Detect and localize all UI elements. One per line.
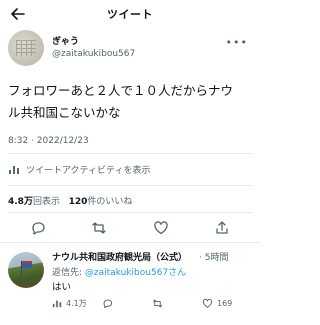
author-name[interactable]: ぎゃう — [52, 34, 79, 47]
reply-to-suffix: さん — [168, 268, 187, 278]
page-title: ツイート — [107, 8, 153, 21]
divider — [8, 153, 252, 154]
reply-views-count: 4.1万 — [66, 298, 87, 308]
reply-text: はい — [52, 282, 72, 293]
views-label: 回表示 — [32, 197, 60, 207]
reply-to-line: 返信先: @zaitakukibou567さん — [52, 265, 186, 278]
reply-actions: 4.1万 169 — [52, 296, 252, 310]
divider — [8, 185, 252, 186]
likes-label[interactable]: 件のいいね — [87, 197, 132, 207]
retweet-icon — [152, 299, 163, 307]
analytics-icon — [52, 300, 62, 308]
reply-time: · 5時間 — [199, 253, 229, 263]
reply-retweet-button[interactable] — [152, 298, 202, 309]
views-count: 4.8万 — [8, 197, 33, 207]
tweet-actions — [8, 218, 252, 238]
divider — [8, 212, 252, 213]
retweet-icon[interactable] — [91, 220, 107, 236]
analytics-icon — [9, 166, 19, 174]
reply-likes-count: 169 — [217, 298, 233, 308]
reply-like-button[interactable]: 169 — [202, 298, 252, 309]
tweet-text-line-2: ル共和国こないかな — [8, 105, 121, 120]
tweet-author: ぎゃう @zaitakukibou567 ••• — [8, 30, 252, 68]
tweet-stats: 4.8万回表示 120件のいいね — [8, 194, 132, 207]
tweet-timestamp[interactable]: 8:32 · 2022/12/23 — [8, 136, 89, 146]
reply-avatar[interactable] — [8, 252, 44, 288]
reply-views[interactable]: 4.1万 — [52, 298, 102, 309]
reply-icon — [103, 299, 113, 308]
likes-count[interactable]: 120 — [69, 197, 88, 207]
reply-author-name[interactable]: ナウル共和国政府観光局（公式） — [52, 250, 187, 263]
reply-icon[interactable] — [30, 220, 46, 236]
tweet-activity-label: ツイートアクティビティを表示 — [26, 165, 151, 176]
reply-to-handle[interactable]: @zaitakukibou567 — [85, 268, 168, 278]
avatar[interactable] — [8, 30, 44, 66]
like-icon[interactable] — [153, 220, 169, 236]
author-handle[interactable]: @zaitakukibou567 — [52, 49, 135, 59]
top-bar: ツイート — [0, 0, 260, 28]
tweet-activity-link[interactable]: ツイートアクティビティを表示 — [8, 160, 150, 178]
divider — [0, 242, 260, 243]
reply-reply-button[interactable] — [102, 298, 152, 309]
tweet-text: フォロワーあと２人で１０人だからナウ ル共和国こないかな — [8, 80, 252, 124]
more-dots-icon[interactable]: ••• — [226, 36, 248, 49]
reply-to-prefix: 返信先: — [52, 268, 85, 278]
tweet-text-line-1: フォロワーあと２人で１０人だからナウ — [8, 83, 234, 98]
like-icon — [202, 298, 213, 308]
reply-tweet[interactable]: ナウル共和国政府観光局（公式） · 5時間 返信先: @zaitakukibou… — [0, 244, 260, 325]
share-icon[interactable] — [214, 220, 230, 236]
